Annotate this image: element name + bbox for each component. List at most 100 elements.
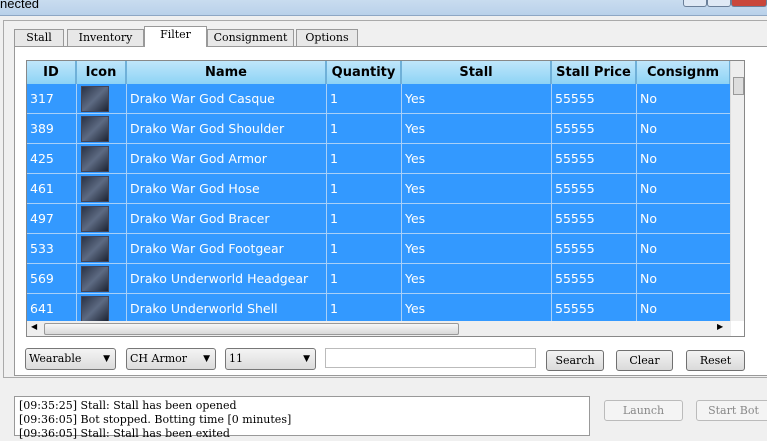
cell-icon: [77, 204, 127, 234]
cell-id: 569: [27, 264, 77, 294]
chevron-down-icon: ▼: [103, 354, 110, 364]
cell-name: Drako War God Footgear: [127, 234, 327, 264]
log-line: [09:36:05] Bot stopped. Botting time [0 …: [19, 413, 292, 426]
item-icon: [81, 86, 109, 112]
search-input[interactable]: [325, 348, 536, 368]
cell-consign: No: [637, 174, 731, 204]
maximize-button[interactable]: [707, 0, 731, 7]
table-row[interactable]: 497 Drako War God Bracer 1 Yes 55555 No: [27, 204, 731, 234]
column-header[interactable]: Stall Price: [552, 61, 637, 84]
item-icon: [81, 296, 109, 322]
cell-stall: Yes: [402, 204, 552, 234]
tab-consignment[interactable]: Consignment: [207, 29, 294, 46]
cell-qty: 1: [327, 204, 402, 234]
column-header[interactable]: Consignm: [637, 61, 731, 84]
cell-qty: 1: [327, 84, 402, 114]
start-bot-button[interactable]: Start Bot: [696, 400, 767, 421]
cell-stall: Yes: [402, 234, 552, 264]
scroll-right-icon[interactable]: ▶: [717, 322, 723, 331]
cell-qty: 1: [327, 114, 402, 144]
cell-qty: 1: [327, 234, 402, 264]
cell-id: 461: [27, 174, 77, 204]
cell-name: Drako War God Hose: [127, 174, 327, 204]
launch-button[interactable]: Launch: [604, 400, 683, 421]
chevron-down-icon: ▼: [303, 354, 310, 364]
cell-id: 641: [27, 294, 77, 324]
column-header[interactable]: Name: [127, 61, 327, 84]
item-icon: [81, 236, 109, 262]
cell-price: 55555: [552, 264, 637, 294]
scroll-left-icon[interactable]: ◀: [31, 322, 37, 331]
cell-consign: No: [637, 114, 731, 144]
cell-id: 533: [27, 234, 77, 264]
cell-icon: [77, 234, 127, 264]
column-header[interactable]: Quantity: [327, 61, 402, 84]
cell-price: 55555: [552, 144, 637, 174]
vertical-scrollbar[interactable]: [730, 61, 744, 321]
cell-consign: No: [637, 264, 731, 294]
cell-id: 389: [27, 114, 77, 144]
item-grid[interactable]: ID Icon Name Quantity Stall Stall Price Consig…: [26, 60, 745, 337]
clear-button[interactable]: Clear: [616, 350, 673, 371]
cell-name: Drako Underworld Headgear: [127, 264, 327, 294]
cell-icon: [77, 294, 127, 324]
cell-stall: Yes: [402, 264, 552, 294]
horizontal-scrollbar[interactable]: ◀ ▶: [27, 321, 731, 336]
table-row[interactable]: 425 Drako War God Armor 1 Yes 55555 No: [27, 144, 731, 174]
tab-stall[interactable]: Stall: [14, 29, 64, 46]
cell-name: Drako War God Casque: [127, 84, 327, 114]
chevron-down-icon: ▼: [203, 354, 210, 364]
reset-button[interactable]: Reset: [686, 350, 745, 371]
cell-stall: Yes: [402, 84, 552, 114]
cell-stall: Yes: [402, 294, 552, 324]
cell-icon: [77, 84, 127, 114]
table-row[interactable]: 389 Drako War God Shoulder 1 Yes 55555 No: [27, 114, 731, 144]
item-icon: [81, 206, 109, 232]
cell-stall: Yes: [402, 174, 552, 204]
cell-name: Drako War God Armor: [127, 144, 327, 174]
cell-stall: Yes: [402, 144, 552, 174]
cell-id: 497: [27, 204, 77, 234]
item-icon: [81, 176, 109, 202]
minimize-button[interactable]: [683, 0, 707, 7]
tab-options[interactable]: Options: [296, 29, 358, 46]
cell-price: 55555: [552, 114, 637, 144]
cell-consign: No: [637, 144, 731, 174]
cell-name: Drako War God Shoulder: [127, 114, 327, 144]
close-button[interactable]: [731, 0, 767, 7]
search-button[interactable]: Search: [546, 350, 604, 371]
scroll-thumb[interactable]: [44, 323, 459, 335]
table-row[interactable]: 317 Drako War God Casque 1 Yes 55555 No: [27, 84, 731, 114]
title-bar: nected: [0, 0, 767, 16]
category-select[interactable]: CH Armor ▼: [126, 348, 216, 370]
cell-name: Drako Underworld Shell: [127, 294, 327, 324]
table-row[interactable]: 569 Drako Underworld Headgear 1 Yes 55555 No: [27, 264, 731, 294]
cell-price: 55555: [552, 84, 637, 114]
cell-consign: No: [637, 204, 731, 234]
cell-qty: 1: [327, 144, 402, 174]
cell-consign: No: [637, 234, 731, 264]
column-header[interactable]: Stall: [402, 61, 552, 84]
degree-select[interactable]: 11 ▼: [225, 348, 316, 370]
scroll-thumb[interactable]: [733, 77, 744, 95]
type-select[interactable]: Wearable ▼: [25, 348, 116, 370]
cell-price: 55555: [552, 204, 637, 234]
cell-id: 317: [27, 84, 77, 114]
tab-inventory[interactable]: Inventory: [67, 29, 144, 46]
cell-icon: [77, 174, 127, 204]
cell-stall: Yes: [402, 114, 552, 144]
cell-qty: 1: [327, 294, 402, 324]
table-row[interactable]: 533 Drako War God Footgear 1 Yes 55555 No: [27, 234, 731, 264]
item-icon: [81, 116, 109, 142]
cell-icon: [77, 114, 127, 144]
cell-price: 55555: [552, 294, 637, 324]
cell-qty: 1: [327, 174, 402, 204]
table-row[interactable]: 461 Drako War God Hose 1 Yes 55555 No: [27, 174, 731, 204]
table-row[interactable]: 641 Drako Underworld Shell 1 Yes 55555 No: [27, 294, 731, 324]
log-box[interactable]: [09:35:25] Stall: Stall has been opened …: [14, 396, 590, 440]
column-header[interactable]: ID: [27, 61, 77, 84]
tab-filter[interactable]: Filter: [144, 26, 207, 47]
log-line: [09:35:25] Stall: Stall has been opened: [19, 399, 237, 412]
column-header[interactable]: Icon: [77, 61, 127, 84]
item-icon: [81, 146, 109, 172]
